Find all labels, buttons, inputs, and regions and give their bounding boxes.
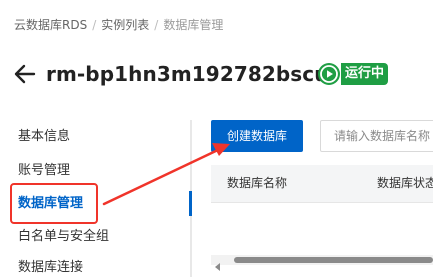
status-badge: 运行中 — [341, 63, 389, 85]
breadcrumb-current: 数据库管理 — [163, 18, 224, 32]
page-title: rm-bp1hn3m192782bscu — [46, 62, 329, 86]
column-header-db-status: 数据库状态 — [377, 176, 433, 190]
breadcrumb: 云数据库RDS / 实例列表 / 数据库管理 — [14, 17, 223, 33]
scroll-left-arrow-icon[interactable] — [214, 256, 222, 271]
sidebar-item-connections[interactable]: 数据库连接 — [18, 259, 83, 277]
breadcrumb-rds[interactable]: 云数据库RDS — [14, 18, 87, 32]
database-search-input[interactable] — [320, 120, 433, 152]
back-arrow-icon[interactable] — [14, 63, 36, 85]
breadcrumb-instance-list[interactable]: 实例列表 — [101, 18, 149, 32]
breadcrumb-separator: / — [154, 18, 159, 32]
table-header: 数据库名称 数据库状态 — [211, 165, 433, 203]
annotation-highlight-box — [10, 183, 98, 224]
running-status-icon — [318, 63, 340, 85]
sidebar-item-whitelist-security[interactable]: 白名单与安全组 — [18, 228, 109, 246]
sidebar-item-basic-info[interactable]: 基本信息 — [18, 128, 70, 146]
sidebar-active-indicator — [189, 191, 192, 216]
column-header-db-name: 数据库名称 — [227, 176, 288, 190]
status-indicator: 运行中 — [318, 62, 389, 86]
sidebar-item-accounts[interactable]: 账号管理 — [18, 162, 70, 180]
create-database-button[interactable]: 创建数据库 — [211, 120, 303, 152]
scrollbar-thumb[interactable] — [234, 257, 433, 263]
breadcrumb-separator: / — [92, 18, 97, 32]
